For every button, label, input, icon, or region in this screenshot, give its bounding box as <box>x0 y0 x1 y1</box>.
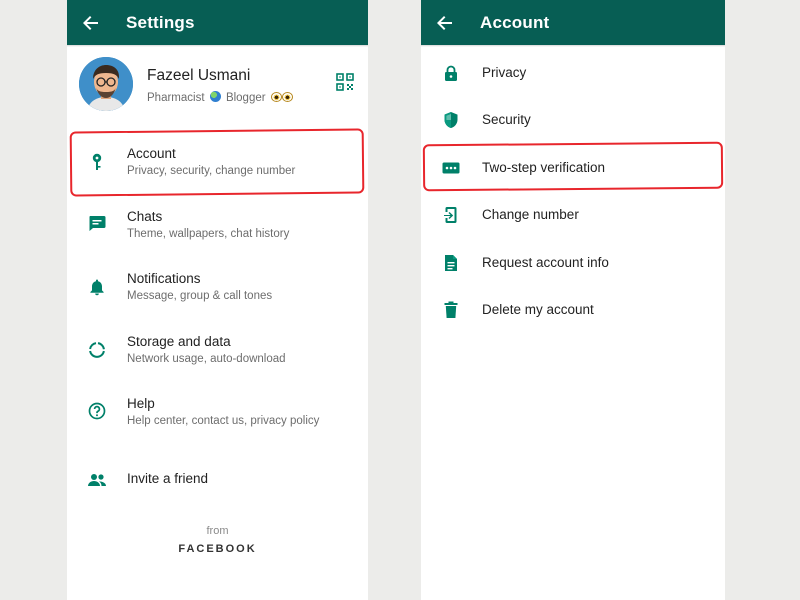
settings-app-bar: Settings <box>67 0 368 45</box>
app-bar-shadow <box>421 45 725 47</box>
eyes-emoji-icon <box>270 92 293 105</box>
about-prefix: Pharmacist <box>147 92 205 104</box>
account-item-two-step[interactable]: Two-step verification <box>421 148 725 188</box>
settings-item-subtitle: Help center, contact us, privacy policy <box>127 415 320 427</box>
account-item-label: Security <box>482 112 531 127</box>
settings-item-label: Account <box>127 146 176 161</box>
trash-icon <box>441 300 461 320</box>
account-item-label: Change number <box>482 207 579 222</box>
profile-text: Fazeel Usmani Pharmacist Blogger <box>147 67 293 105</box>
settings-item-account[interactable]: Account Privacy, security, change number <box>67 140 368 192</box>
bell-icon <box>87 277 107 297</box>
account-item-label: Request account info <box>482 255 609 270</box>
page-title: Settings <box>126 12 195 32</box>
profile-row[interactable]: Fazeel Usmani Pharmacist Blogger <box>67 47 368 125</box>
footer-from: from <box>206 525 229 537</box>
avatar[interactable] <box>79 57 133 111</box>
settings-item-notifications[interactable]: Notifications Message, group & call tone… <box>67 265 368 317</box>
change-number-icon <box>441 205 461 225</box>
account-app-bar: Account <box>421 0 725 45</box>
account-item-delete[interactable]: Delete my account <box>421 290 725 330</box>
settings-item-subtitle: Theme, wallpapers, chat history <box>127 228 290 240</box>
account-item-security[interactable]: Security <box>421 100 725 140</box>
settings-item-label: Help <box>127 396 155 411</box>
settings-screen: Settings Fazeel Usmani Pharmacist Blogge… <box>67 0 368 600</box>
settings-item-chats[interactable]: Chats Theme, wallpapers, chat history <box>67 203 368 255</box>
settings-item-storage[interactable]: Storage and data Network usage, auto-dow… <box>67 328 368 380</box>
settings-item-subtitle: Privacy, security, change number <box>127 165 296 177</box>
account-item-privacy[interactable]: Privacy <box>421 53 725 93</box>
settings-item-subtitle: Network usage, auto-download <box>127 353 286 365</box>
account-item-label: Privacy <box>482 65 527 80</box>
lock-icon <box>441 63 461 83</box>
globe-emoji-icon <box>209 91 221 102</box>
help-icon <box>87 401 107 421</box>
profile-about: Pharmacist Blogger <box>147 91 293 105</box>
account-item-label: Two-step verification <box>482 160 606 175</box>
settings-item-subtitle: Message, group & call tones <box>127 290 273 302</box>
dots-icon <box>441 158 461 178</box>
qr-code-icon[interactable] <box>336 73 354 91</box>
settings-item-help[interactable]: Help Help center, contact us, privacy po… <box>67 390 368 442</box>
shield-icon <box>441 110 461 130</box>
footer-brand: FACEBOOK <box>178 543 257 555</box>
key-icon <box>87 152 107 172</box>
data-usage-icon <box>87 340 107 360</box>
document-icon <box>441 253 461 273</box>
about-middle: Blogger <box>225 92 266 104</box>
account-screen: Account Privacy Security Two-step verifi… <box>421 0 725 600</box>
page-title: Account <box>480 12 550 32</box>
settings-item-label: Chats <box>127 209 163 224</box>
settings-item-label: Storage and data <box>127 334 231 349</box>
account-item-label: Delete my account <box>482 302 594 317</box>
settings-item-label: Invite a friend <box>127 471 209 486</box>
settings-item-label: Notifications <box>127 271 201 286</box>
chat-icon <box>87 213 107 233</box>
account-item-request-info[interactable]: Request account info <box>421 243 725 283</box>
back-arrow-icon[interactable] <box>81 13 101 33</box>
settings-item-invite[interactable]: Invite a friend <box>67 460 368 500</box>
people-icon <box>87 470 107 490</box>
account-item-change-number[interactable]: Change number <box>421 195 725 235</box>
back-arrow-icon[interactable] <box>435 13 455 33</box>
profile-name: Fazeel Usmani <box>147 67 251 84</box>
